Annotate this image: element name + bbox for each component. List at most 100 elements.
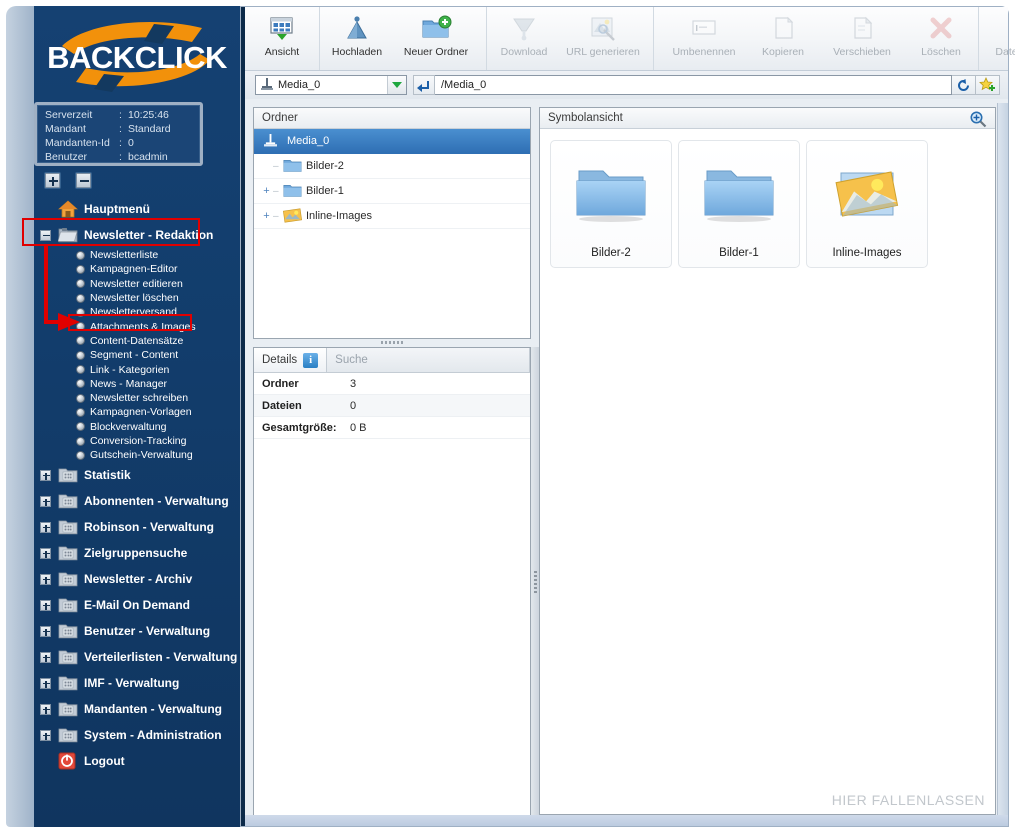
tree-node-label: Bilder-1 <box>306 185 344 197</box>
tree-node-label: Media_0 <box>287 135 330 147</box>
submenu-item-news-manager[interactable]: News - Manager <box>34 377 240 391</box>
url-icon <box>586 14 620 44</box>
vertical-splitter[interactable] <box>531 347 539 817</box>
rename-icon <box>687 14 721 44</box>
sidebar-item-zielgruppensuche[interactable]: Zielgruppensuche <box>34 540 240 566</box>
sidebar-item-system-administration[interactable]: System - Administration <box>34 722 240 748</box>
submenu-item-kampagnen-editor[interactable]: Kampagnen-Editor <box>34 262 240 276</box>
bullet-icon <box>76 336 85 346</box>
expand-icon[interactable] <box>40 521 51 533</box>
tab-details[interactable]: Details i <box>254 348 328 372</box>
server-info-table: Serverzeit : 10:25:46 Mandant : Standard… <box>45 109 171 165</box>
expand-icon[interactable] <box>40 469 51 481</box>
collapse-icon[interactable] <box>40 229 51 241</box>
expand-all-button[interactable] <box>45 173 60 188</box>
tree-expander[interactable]: + <box>260 185 273 197</box>
submenu-item-attachments-images[interactable]: Attachments & Images <box>34 319 240 333</box>
bullet-icon <box>76 407 85 417</box>
folder-icon <box>58 466 78 484</box>
sidebar-item-abonnenten-verwaltung[interactable]: Abonnenten - Verwaltung <box>34 488 240 514</box>
expand-icon[interactable] <box>40 495 51 507</box>
bullet-icon <box>76 250 85 260</box>
submenu-item-blockverwaltung[interactable]: Blockverwaltung <box>34 420 240 434</box>
move-icon <box>845 14 879 44</box>
right-scroll-strip[interactable] <box>997 103 1008 815</box>
symbol-item-bilder-1[interactable]: Bilder-1 <box>678 140 800 268</box>
horizontal-splitter[interactable] <box>253 339 531 345</box>
expand-icon[interactable] <box>40 703 51 715</box>
sidebar-item-label: IMF - Verwaltung <box>84 676 180 691</box>
sidebar-item-newsletter-archiv[interactable]: Newsletter - Archiv <box>34 566 240 592</box>
submenu-item-conversion-tracking[interactable]: Conversion-Tracking <box>34 434 240 448</box>
submenu-item-kampagnen-vorlagen[interactable]: Kampagnen-Vorlagen <box>34 405 240 419</box>
drive-dropdown-arrow[interactable] <box>387 76 406 94</box>
folder-icon <box>58 700 78 718</box>
parent-folder-button[interactable] <box>413 75 435 95</box>
sidebar-item-benutzer-verwaltung[interactable]: Benutzer - Verwaltung <box>34 618 240 644</box>
toolbar-button-neuer-ordner[interactable]: Neuer Ordner <box>390 7 482 70</box>
sidebar-item-e-mail-on-demand[interactable]: E-Mail On Demand <box>34 592 240 618</box>
tab-suche-label: Suche <box>335 354 368 366</box>
folder-icon <box>58 726 78 744</box>
toolbar-group-3: Umbenennen Kopieren Verschieben Löschen <box>654 7 979 70</box>
toolbar-button-ansicht[interactable]: Ansicht <box>249 7 315 70</box>
expand-icon[interactable] <box>40 599 51 611</box>
expand-icon[interactable] <box>40 729 51 741</box>
tree-node-inline-images[interactable]: + – Inline-Images <box>254 204 530 229</box>
submenu-item-gutschein-verwaltung[interactable]: Gutschein-Verwaltung <box>34 448 240 462</box>
folder-icon <box>283 158 303 174</box>
sidebar-item-newsletter-redaktion[interactable]: Newsletter - Redaktion <box>34 222 240 248</box>
collapse-all-button[interactable] <box>76 173 92 188</box>
symbol-item-bilder-2[interactable]: Bilder-2 <box>550 140 672 268</box>
bullet-icon <box>76 379 85 389</box>
refresh-icon[interactable] <box>952 75 976 95</box>
star-add-icon[interactable] <box>976 75 1000 95</box>
submenu-item-newsletterversand[interactable]: Newsletterversand <box>34 305 240 319</box>
path-input[interactable]: /Media_0 <box>435 75 952 95</box>
tab-suche[interactable]: Suche <box>327 348 530 372</box>
sidebar-item-logout[interactable]: Logout <box>34 748 240 774</box>
details-panel: Details i Suche Ordner 3 Dateien 0 Gesamtgrö… <box>253 347 531 817</box>
expand-icon[interactable] <box>40 651 51 663</box>
expand-icon[interactable] <box>40 625 51 637</box>
toolbar-button-hochladen[interactable]: Hochladen <box>324 7 390 70</box>
sidebar-item-hauptmen[interactable]: Hauptmenü <box>34 196 240 222</box>
submenu-item-link-kategorien[interactable]: Link - Kategorien <box>34 362 240 376</box>
tree-node-bilder-2[interactable]: – Bilder-2 <box>254 154 530 179</box>
toolbar-button-verschieben: Verschieben <box>816 7 908 70</box>
info-icon: i <box>303 352 319 368</box>
zoom-in-icon[interactable] <box>969 110 987 128</box>
submenu-item-label: Conversion-Tracking <box>90 435 187 447</box>
bullet-icon <box>76 450 85 460</box>
details-rows: Ordner 3 Dateien 0 Gesamtgröße: 0 B <box>254 373 530 439</box>
submenu-item-label: Kampagnen-Editor <box>90 263 178 276</box>
sidebar-item-mandanten-verwaltung[interactable]: Mandanten - Verwaltung <box>34 696 240 722</box>
drive-select[interactable]: Media_0 <box>255 75 407 95</box>
expand-icon[interactable] <box>40 573 51 585</box>
drive-icon <box>256 77 278 94</box>
toolbar-button-l-schen: Löschen <box>908 7 974 70</box>
submenu-item-label: Newsletterliste <box>90 249 159 262</box>
submenu-item-newsletter-l-schen[interactable]: Newsletter löschen <box>34 291 240 305</box>
submenu-item-segment-content[interactable]: Segment - Content <box>34 348 240 362</box>
sidebar-item-verteilerlisten-verwaltung[interactable]: Verteilerlisten - Verwaltung <box>34 644 240 670</box>
expand-icon[interactable] <box>40 677 51 689</box>
tree-node-bilder-1[interactable]: + – Bilder-1 <box>254 179 530 204</box>
submenu-item-newsletter-editieren[interactable]: Newsletter editieren <box>34 277 240 291</box>
tree-node-media-0[interactable]: Media_0 <box>254 129 530 154</box>
sidebar-item-imf-verwaltung[interactable]: IMF - Verwaltung <box>34 670 240 696</box>
submenu-item-newsletter-schreiben[interactable]: Newsletter schreiben <box>34 391 240 405</box>
folder-icon <box>573 165 649 227</box>
sidebar-item-statistik[interactable]: Statistik <box>34 462 240 488</box>
sidebar-item-robinson-verwaltung[interactable]: Robinson - Verwaltung <box>34 514 240 540</box>
symbol-item-inline-images[interactable]: Inline-Images <box>806 140 928 268</box>
expand-icon[interactable] <box>40 547 51 559</box>
server-info-label: Mandant <box>45 123 86 135</box>
main-left-strip <box>241 7 245 826</box>
toolbar-button-label: Datei Löschen <box>995 46 1015 58</box>
folder-icon <box>701 165 777 227</box>
submenu-item-newsletterliste[interactable]: Newsletterliste <box>34 248 240 262</box>
tree-expander[interactable]: + <box>260 210 273 222</box>
submenu-item-content-datens-tze[interactable]: Content-Datensätze <box>34 334 240 348</box>
server-info-row: Serverzeit : 10:25:46 <box>45 109 169 121</box>
